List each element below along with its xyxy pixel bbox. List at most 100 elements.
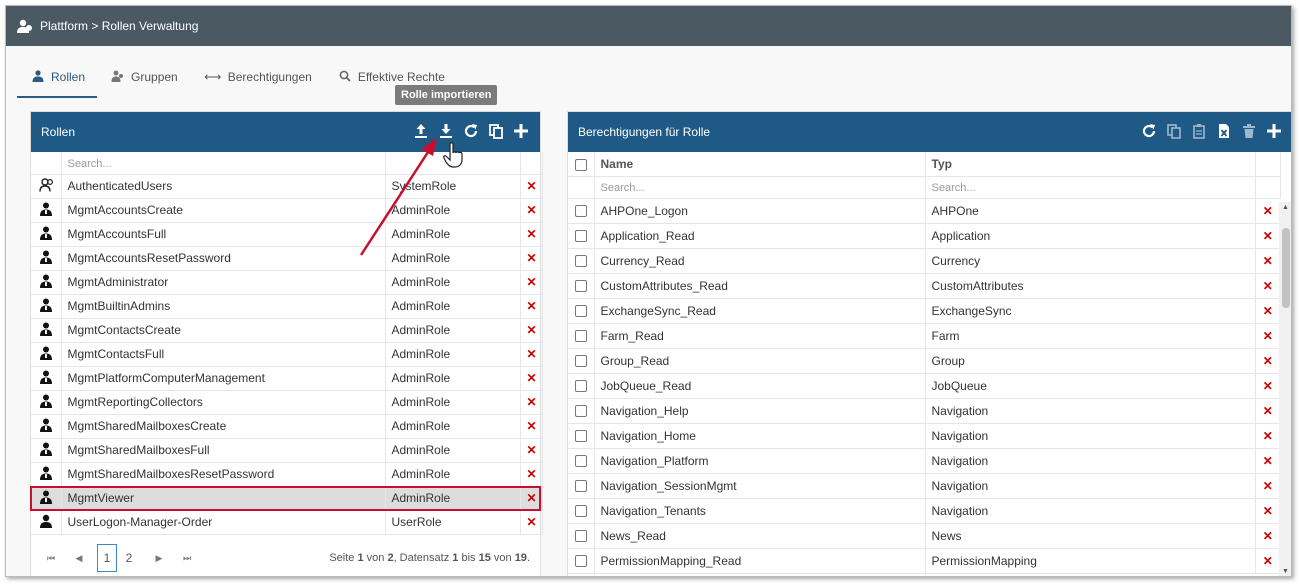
permission-name[interactable]: Navigation_Home — [594, 423, 926, 449]
delete-icon[interactable]: ✕ — [1255, 273, 1280, 299]
permission-type[interactable]: ExchangeSync — [925, 298, 1256, 324]
role-row[interactable]: MgmtSharedMailboxesFull AdminRole ✕ — [31, 438, 543, 463]
role-name[interactable]: MgmtSharedMailboxesCreate — [61, 414, 386, 439]
permission-type[interactable]: Navigation — [925, 473, 1256, 499]
delete-icon[interactable]: ✕ — [520, 198, 543, 223]
last-page-button[interactable]: ⏭ — [177, 553, 197, 564]
role-name[interactable]: MgmtReportingCollectors — [61, 390, 386, 415]
role-type[interactable]: AdminRole — [385, 198, 521, 223]
permission-type[interactable]: PermissionMapping — [925, 548, 1256, 574]
paste-icon[interactable] — [1190, 123, 1208, 141]
permission-row[interactable]: Farm_Read Farm ✕ — [568, 323, 1280, 349]
row-checkbox[interactable] — [574, 305, 587, 318]
permission-row[interactable]: Navigation_Tenants Navigation ✕ — [568, 498, 1280, 524]
tab-berechtigungen[interactable]: ⟷ Berechtigungen — [190, 66, 324, 98]
delete-icon[interactable]: ✕ — [1255, 323, 1280, 349]
delete-icon[interactable]: ✕ — [1255, 348, 1280, 374]
permissions-scrollbar[interactable]: ▲ ▼ — [1279, 202, 1291, 576]
role-type[interactable]: AdminRole — [385, 390, 521, 415]
permission-name[interactable]: Navigation_Help — [594, 398, 926, 424]
role-row[interactable]: MgmtContactsCreate AdminRole ✕ — [31, 318, 543, 343]
permission-row[interactable]: Group_Read Group ✕ — [568, 348, 1280, 374]
role-type[interactable]: AdminRole — [385, 366, 521, 391]
prev-page-button[interactable]: ◀ — [69, 553, 89, 564]
copy-icon[interactable] — [487, 123, 505, 141]
permission-type[interactable]: Currency — [925, 248, 1256, 274]
role-name[interactable]: MgmtAccountsFull — [61, 222, 386, 247]
permission-row[interactable]: ExchangeSync_Read ExchangeSync ✕ — [568, 298, 1280, 324]
role-name[interactable]: MgmtAdministrator — [61, 270, 386, 295]
permission-type[interactable]: Application — [925, 223, 1256, 249]
permission-name[interactable]: Navigation_Platform — [594, 448, 926, 474]
permission-row[interactable]: Currency_Read Currency ✕ — [568, 248, 1280, 274]
row-checkbox[interactable] — [574, 430, 587, 443]
role-name[interactable]: MgmtSharedMailboxesResetPassword — [61, 462, 386, 487]
role-row[interactable]: MgmtSharedMailboxesCreate AdminRole ✕ — [31, 414, 543, 439]
delete-icon[interactable]: ✕ — [1255, 423, 1280, 449]
delete-icon[interactable]: ✕ — [1255, 548, 1280, 574]
scroll-down-icon[interactable]: ▼ — [1282, 568, 1289, 575]
delete-icon[interactable]: ✕ — [520, 342, 543, 367]
permission-row[interactable]: Navigation_SessionMgmt Navigation ✕ — [568, 473, 1280, 499]
tab-rollen[interactable]: Rollen — [17, 66, 98, 98]
delete-icon[interactable]: ✕ — [520, 246, 543, 271]
role-row[interactable]: AuthenticatedUsers SystemRole ✕ — [31, 174, 543, 199]
row-checkbox[interactable] — [574, 355, 587, 368]
copy-icon[interactable] — [1165, 123, 1183, 141]
breadcrumb[interactable]: Plattform > Rollen Verwaltung — [40, 19, 198, 33]
role-row[interactable]: MgmtPlatformComputerManagement AdminRole ✕ — [31, 366, 543, 391]
permission-row[interactable]: AHPOne_Logon AHPOne ✕ — [568, 198, 1280, 224]
row-checkbox[interactable] — [574, 505, 587, 518]
role-row[interactable]: MgmtReportingCollectors AdminRole ✕ — [31, 390, 543, 415]
delete-icon[interactable]: ✕ — [520, 174, 543, 199]
permission-name[interactable]: News_Read — [594, 523, 926, 549]
refresh-icon[interactable] — [1140, 123, 1158, 141]
permission-row[interactable]: News_Read News ✕ — [568, 523, 1280, 549]
role-row[interactable]: MgmtContactsFull AdminRole ✕ — [31, 342, 543, 367]
page-1-button[interactable]: 1 — [97, 544, 117, 572]
row-checkbox[interactable] — [574, 330, 587, 343]
import-icon[interactable] — [437, 123, 455, 141]
delete-icon[interactable]: ✕ — [520, 270, 543, 295]
permission-row[interactable]: JobQueue_Read JobQueue ✕ — [568, 373, 1280, 399]
delete-icon[interactable]: ✕ — [520, 318, 543, 343]
tab-gruppen[interactable]: Gruppen — [97, 66, 190, 98]
permission-type[interactable]: News — [925, 523, 1256, 549]
permission-row[interactable]: PermissionMapping_Read PermissionMapping ✕ — [568, 548, 1280, 574]
scroll-up-icon[interactable]: ▲ — [1282, 204, 1289, 211]
permission-row[interactable]: Navigation_Home Navigation ✕ — [568, 423, 1280, 449]
col-header-name[interactable]: Name — [594, 152, 926, 177]
permission-name[interactable]: Currency_Read — [594, 248, 926, 274]
row-checkbox[interactable] — [574, 230, 587, 243]
delete-icon[interactable]: ✕ — [1255, 398, 1280, 424]
permission-name[interactable]: Navigation_SessionMgmt — [594, 473, 926, 499]
first-page-button[interactable]: ⏮ — [41, 553, 61, 564]
role-name[interactable]: AuthenticatedUsers — [61, 174, 386, 199]
select-all-checkbox[interactable] — [574, 158, 587, 171]
delete-icon[interactable]: ✕ — [1255, 523, 1280, 549]
permission-row[interactable]: CustomAttributes_Read CustomAttributes ✕ — [568, 273, 1280, 299]
scrollbar-thumb[interactable] — [1282, 228, 1290, 308]
type-search-input[interactable]: Search... — [925, 176, 1256, 199]
permission-name[interactable]: Group_Read — [594, 348, 926, 374]
role-type[interactable]: AdminRole — [385, 462, 521, 487]
delete-icon[interactable]: ✕ — [520, 294, 543, 319]
role-row[interactable]: UserLogon-Manager-Order UserRole ✕ — [31, 510, 543, 535]
permission-type[interactable]: Navigation — [925, 423, 1256, 449]
permission-name[interactable]: Application_Read — [594, 223, 926, 249]
delete-icon[interactable]: ✕ — [1255, 248, 1280, 274]
permission-type[interactable]: CustomAttributes — [925, 273, 1256, 299]
role-type[interactable]: AdminRole — [385, 342, 521, 367]
permission-type[interactable]: Navigation — [925, 498, 1256, 524]
row-checkbox[interactable] — [574, 405, 587, 418]
row-checkbox[interactable] — [574, 555, 587, 568]
role-type[interactable]: AdminRole — [385, 438, 521, 463]
delete-icon[interactable]: ✕ — [1255, 198, 1280, 224]
role-type[interactable]: AdminRole — [385, 318, 521, 343]
permission-type[interactable]: JobQueue — [925, 373, 1256, 399]
add-icon[interactable] — [1265, 123, 1283, 141]
delete-icon[interactable]: ✕ — [1255, 448, 1280, 474]
permission-name[interactable]: PermissionMapping_Read — [594, 548, 926, 574]
row-checkbox[interactable] — [574, 205, 587, 218]
permission-row[interactable]: Navigation_Help Navigation ✕ — [568, 398, 1280, 424]
